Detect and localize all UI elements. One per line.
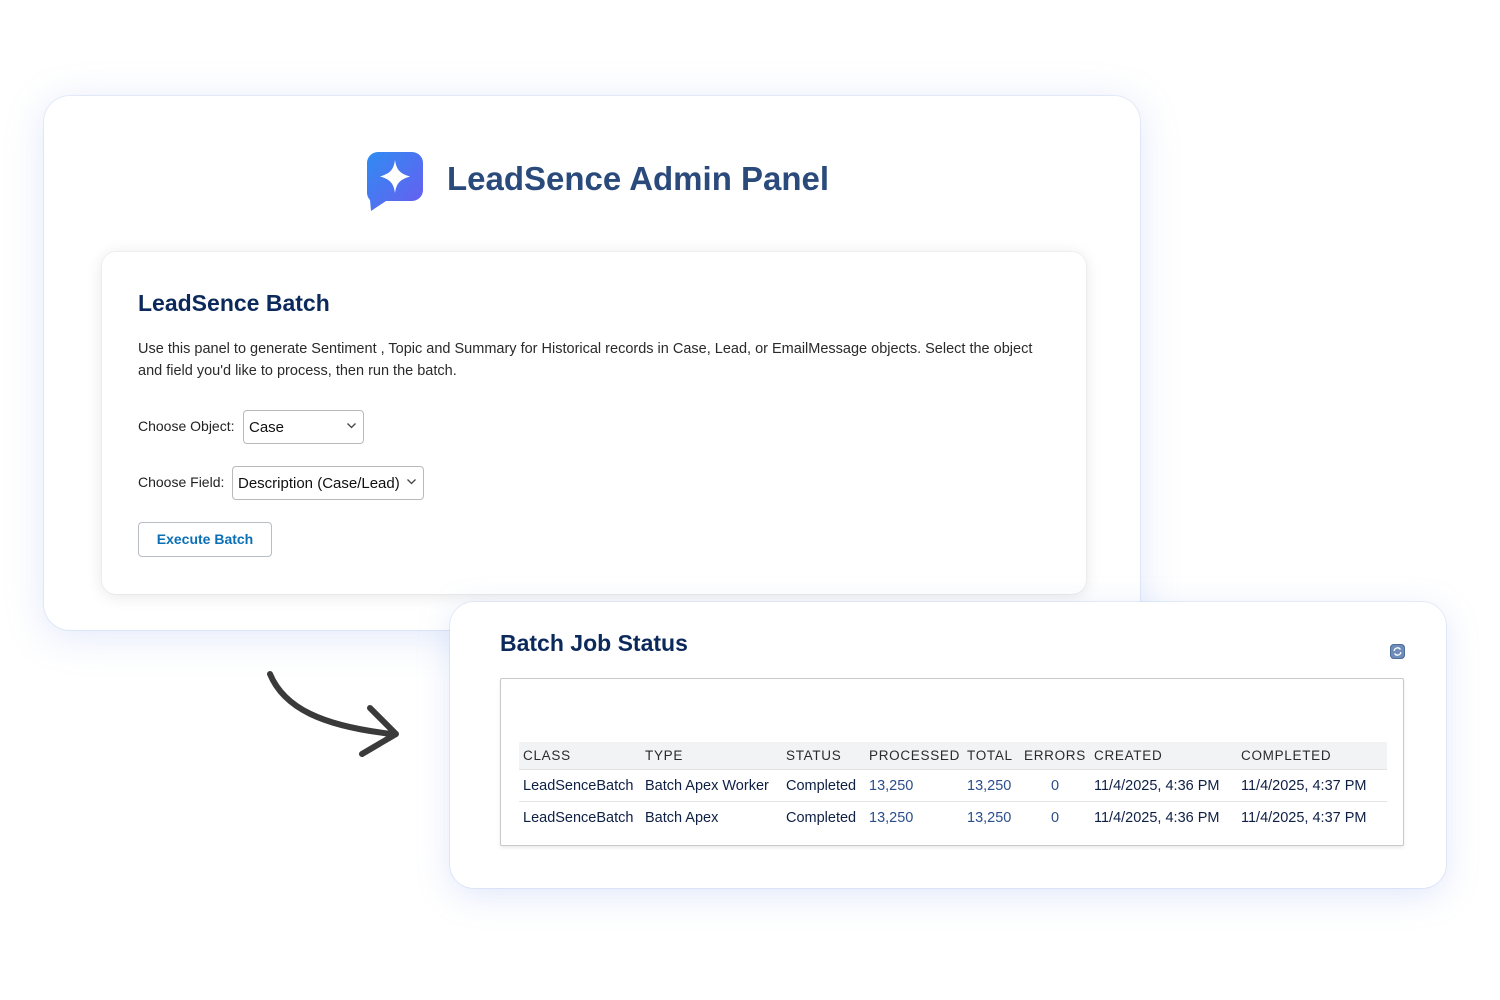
jobs-table-container: CLASS TYPE STATUS PROCESSED TOTAL ERRORS… bbox=[500, 678, 1404, 846]
field-select-value: Description (Case/Lead) bbox=[238, 475, 400, 492]
column-header-status[interactable]: STATUS bbox=[782, 742, 865, 770]
app-title: LeadSence Admin Panel bbox=[447, 160, 830, 197]
cell-status: Completed bbox=[782, 769, 865, 802]
refresh-glyph-icon bbox=[1393, 647, 1402, 656]
object-label: Choose Object: bbox=[138, 418, 235, 434]
column-header-class[interactable]: CLASS bbox=[519, 742, 641, 770]
column-header-total[interactable]: TOTAL bbox=[963, 742, 1020, 770]
column-header-type[interactable]: TYPE bbox=[641, 742, 782, 770]
column-header-processed[interactable]: PROCESSED bbox=[865, 742, 963, 770]
batch-title: LeadSence Batch bbox=[138, 290, 330, 316]
table-row: LeadSenceBatch Batch Apex Worker Complet… bbox=[519, 769, 1387, 802]
cell-completed: 11/4/2025, 4:37 PM bbox=[1237, 769, 1387, 802]
object-select-value: Case bbox=[249, 419, 285, 436]
refresh-icon[interactable] bbox=[1390, 644, 1405, 659]
status-title: Batch Job Status bbox=[500, 630, 688, 656]
cell-class: LeadSenceBatch bbox=[519, 769, 641, 802]
field-label: Choose Field: bbox=[138, 474, 225, 490]
curved-arrow-icon bbox=[267, 671, 399, 757]
batch-card: LeadSence Batch Use this panel to genera… bbox=[102, 252, 1086, 594]
batch-status-panel: Batch Job Status CLASS TYPE STATUS PROCE… bbox=[450, 602, 1446, 888]
cell-errors: 0 bbox=[1020, 769, 1090, 802]
cell-created: 11/4/2025, 4:36 PM bbox=[1090, 769, 1237, 802]
cell-type: Batch Apex Worker bbox=[641, 769, 782, 802]
cell-errors: 0 bbox=[1050, 809, 1060, 826]
cell-created: 11/4/2025, 4:36 PM bbox=[1094, 809, 1220, 826]
cell-class: LeadSenceBatch bbox=[523, 809, 634, 826]
batch-description: Use this panel to generate Sentiment , T… bbox=[138, 341, 1033, 379]
cell-processed: 13,250 bbox=[869, 809, 914, 826]
jobs-table: CLASS TYPE STATUS PROCESSED TOTAL ERRORS… bbox=[519, 742, 1387, 833]
header: LeadSence Admin Panel bbox=[44, 148, 1140, 212]
field-select[interactable]: Description (Case/Lead) bbox=[232, 466, 424, 500]
chevron-down-icon bbox=[347, 423, 356, 429]
column-header-errors[interactable]: ERRORS bbox=[1020, 742, 1090, 770]
sparkle-chat-icon bbox=[366, 152, 423, 211]
cell-status: Completed bbox=[786, 809, 857, 826]
object-select[interactable]: Case bbox=[243, 410, 364, 444]
cell-total: 13,250 bbox=[967, 809, 1012, 826]
cell-completed: 11/4/2025, 4:37 PM bbox=[1241, 809, 1367, 826]
chevron-down-icon bbox=[407, 479, 416, 485]
execute-batch-button[interactable]: Execute Batch bbox=[138, 522, 272, 557]
table-header-row: CLASS TYPE STATUS PROCESSED TOTAL ERRORS… bbox=[519, 742, 1387, 770]
admin-panel: LeadSence Admin Panel LeadSence Batch Us… bbox=[44, 96, 1140, 630]
cell-processed: 13,250 bbox=[865, 769, 963, 802]
table-row: LeadSenceBatch Batch Apex Completed 13,2… bbox=[519, 802, 1387, 834]
column-header-created[interactable]: CREATED bbox=[1090, 742, 1237, 770]
cell-total: 13,250 bbox=[963, 769, 1020, 802]
cell-type: Batch Apex bbox=[645, 809, 719, 826]
column-header-completed[interactable]: COMPLETED bbox=[1237, 742, 1387, 770]
